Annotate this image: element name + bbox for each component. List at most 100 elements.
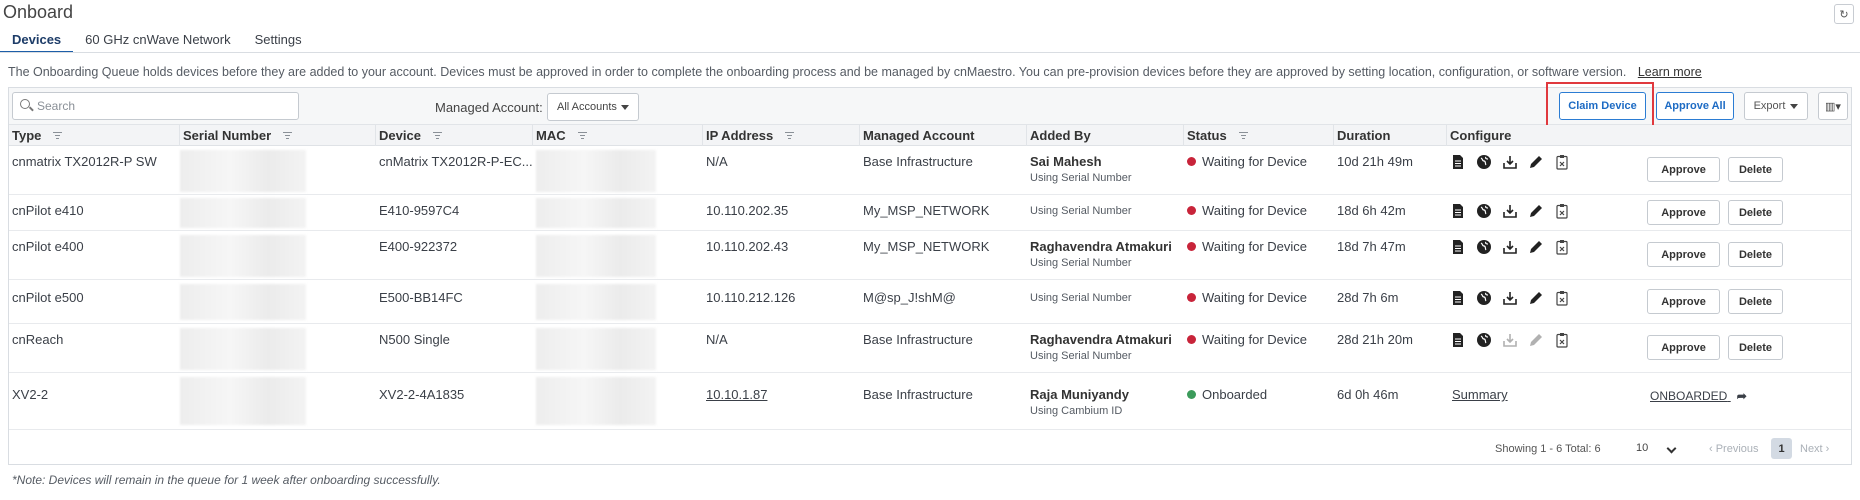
clipboard-remove-icon[interactable] — [1553, 202, 1571, 220]
column-header-device[interactable]: Device — [376, 125, 533, 146]
edit-icon[interactable] — [1527, 238, 1545, 256]
serial-redacted — [180, 235, 306, 277]
delete-button[interactable]: Delete — [1728, 335, 1783, 360]
approve-button[interactable]: Approve — [1647, 157, 1720, 182]
cell-duration: 28d 7h 6m — [1337, 290, 1399, 305]
current-page-button[interactable]: 1 — [1771, 438, 1792, 459]
cell-duration: 10d 21h 49m — [1337, 154, 1413, 169]
cell-managed-account: Base Infrastructure — [863, 387, 973, 402]
serial-redacted — [180, 150, 306, 192]
next-page-button[interactable]: Next › — [1800, 443, 1829, 455]
page-size-select[interactable]: 10 — [1636, 442, 1648, 454]
column-header-type[interactable]: Type — [9, 125, 180, 146]
approve-button[interactable]: Approve — [1647, 200, 1720, 225]
table-row: cnPilot e410 E410-9597C4 10.110.202.35 M… — [9, 195, 1851, 231]
globe-location-icon[interactable] — [1475, 153, 1493, 171]
download-software-icon[interactable] — [1501, 153, 1519, 171]
download-software-icon[interactable] — [1501, 202, 1519, 220]
tab-settings[interactable]: Settings — [243, 29, 314, 53]
cell-device[interactable]: E500-BB14FC — [379, 290, 463, 305]
export-button[interactable]: Export — [1744, 92, 1808, 120]
approve-button[interactable]: Approve — [1647, 242, 1720, 267]
filter-icon[interactable] — [1238, 132, 1248, 139]
column-header-added-by[interactable]: Added By — [1027, 125, 1184, 146]
filter-icon[interactable] — [283, 132, 293, 139]
onboarded-link[interactable]: ONBOARDED ➦ — [1650, 389, 1747, 403]
mac-redacted — [536, 328, 656, 370]
column-header-serial[interactable]: Serial Number — [180, 125, 376, 146]
chevron-down-icon[interactable] — [1666, 443, 1677, 454]
clipboard-remove-icon[interactable] — [1553, 153, 1571, 171]
configuration-file-icon[interactable] — [1449, 289, 1467, 307]
intro-text: The Onboarding Queue holds devices befor… — [8, 65, 1702, 79]
column-label: MAC — [536, 128, 566, 143]
columns-icon: ▥▾ — [1825, 100, 1841, 113]
clipboard-remove-icon[interactable] — [1553, 289, 1571, 307]
configuration-file-icon[interactable] — [1449, 202, 1467, 220]
clipboard-remove-icon[interactable] — [1553, 331, 1571, 349]
column-header-mac[interactable]: MAC — [533, 125, 703, 146]
tab-cnwave-network[interactable]: 60 GHz cnWave Network — [73, 29, 242, 53]
delete-button[interactable]: Delete — [1728, 157, 1783, 182]
filter-icon[interactable] — [432, 132, 442, 139]
column-header-managed-account[interactable]: Managed Account — [860, 125, 1027, 146]
configuration-file-icon[interactable] — [1449, 331, 1467, 349]
globe-location-icon[interactable] — [1475, 331, 1493, 349]
configuration-file-icon[interactable] — [1449, 238, 1467, 256]
cell-status: Waiting for Device — [1187, 332, 1307, 347]
filter-icon[interactable] — [53, 132, 63, 139]
cell-added-by: Raghavendra Atmakuri — [1030, 239, 1172, 254]
configuration-file-icon[interactable] — [1449, 153, 1467, 171]
column-header-status[interactable]: Status — [1184, 125, 1334, 146]
share-arrow-icon: ➦ — [1736, 389, 1747, 403]
cell-device[interactable]: E400-922372 — [379, 239, 457, 254]
delete-button[interactable]: Delete — [1728, 200, 1783, 225]
serial-redacted — [180, 328, 306, 370]
cell-device[interactable]: cnMatrix TX2012R-P-EC... — [379, 154, 533, 169]
cell-device[interactable]: E410-9597C4 — [379, 203, 459, 218]
status-dot — [1187, 242, 1196, 251]
column-header-configure: Configure — [1450, 128, 1512, 143]
column-chooser-button[interactable]: ▥▾ — [1818, 92, 1848, 120]
table-row: cnPilot e500 E500-BB14FC 10.110.212.126 … — [9, 280, 1851, 324]
filter-icon[interactable] — [785, 132, 795, 139]
cell-type: cnReach — [12, 332, 64, 347]
cell-ip-link[interactable]: 10.10.1.87 — [706, 387, 767, 402]
globe-location-icon[interactable] — [1475, 202, 1493, 220]
edit-icon[interactable] — [1527, 153, 1545, 171]
clipboard-remove-icon[interactable] — [1553, 238, 1571, 256]
globe-location-icon[interactable] — [1475, 289, 1493, 307]
download-software-icon[interactable] — [1501, 289, 1519, 307]
cell-status: Waiting for Device — [1187, 203, 1307, 218]
cell-added-via: Using Cambium ID — [1030, 405, 1123, 417]
cell-device[interactable]: XV2-2-4A1835 — [379, 387, 464, 402]
column-header-duration[interactable]: Duration — [1334, 125, 1447, 146]
table-header: Type Serial Number Device MAC IP Address… — [9, 125, 1851, 146]
refresh-icon: ↻ — [1839, 8, 1849, 21]
claim-device-button[interactable]: Claim Device — [1559, 92, 1646, 120]
download-software-icon[interactable] — [1501, 238, 1519, 256]
delete-button[interactable]: Delete — [1728, 289, 1783, 314]
approve-button[interactable]: Approve — [1647, 335, 1720, 360]
search-box — [12, 92, 299, 120]
managed-account-select[interactable]: All Accounts — [547, 93, 639, 121]
edit-icon[interactable] — [1527, 289, 1545, 307]
learn-more-link[interactable]: Learn more — [1638, 65, 1702, 79]
tab-devices[interactable]: Devices — [0, 29, 74, 53]
refresh-button[interactable]: ↻ — [1834, 4, 1854, 24]
tabs-divider — [0, 52, 1860, 53]
cell-duration: 18d 6h 42m — [1337, 203, 1406, 218]
previous-page-button[interactable]: ‹ Previous — [1709, 443, 1759, 455]
approve-button[interactable]: Approve — [1647, 289, 1720, 314]
onboarding-queue-panel: Managed Account: All Accounts Claim Devi… — [8, 82, 1852, 465]
search-input[interactable] — [37, 97, 287, 115]
approve-all-button[interactable]: Approve All — [1656, 92, 1734, 120]
delete-button[interactable]: Delete — [1728, 242, 1783, 267]
globe-location-icon[interactable] — [1475, 238, 1493, 256]
summary-link[interactable]: Summary — [1452, 387, 1508, 402]
column-header-ip[interactable]: IP Address — [703, 125, 860, 146]
status-dot — [1187, 206, 1196, 215]
edit-icon[interactable] — [1527, 202, 1545, 220]
cell-device[interactable]: N500 Single — [379, 332, 450, 347]
filter-icon[interactable] — [577, 132, 587, 139]
